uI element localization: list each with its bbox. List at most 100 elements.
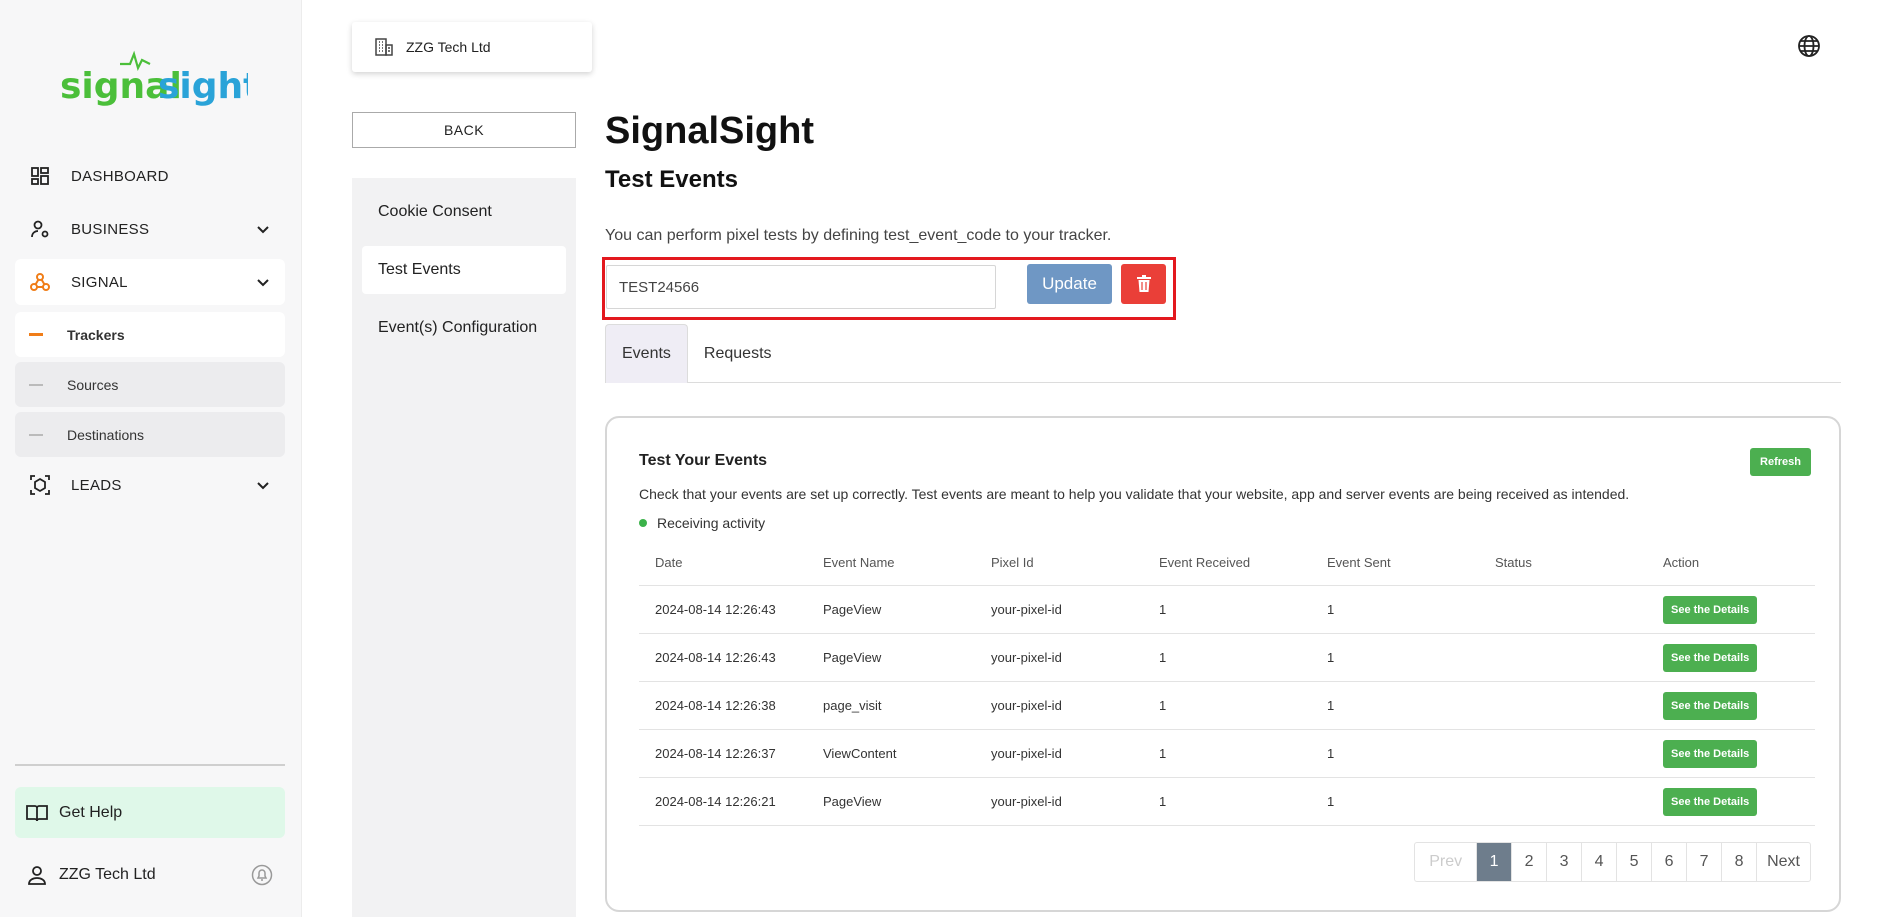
column-header: Action [1663, 555, 1700, 570]
chevron-down-icon [257, 226, 269, 234]
get-help-button[interactable]: Get Help [15, 787, 285, 838]
column-header: Status [1495, 555, 1532, 570]
test-events-card: Test Your Events Refresh Check that your… [605, 416, 1841, 912]
panel-item-test-events[interactable]: Test Events [362, 246, 566, 294]
pagination-page[interactable]: 8 [1722, 843, 1758, 881]
chevron-down-icon [257, 482, 269, 490]
building-icon [375, 38, 393, 56]
refresh-button[interactable]: Refresh [1750, 448, 1811, 476]
sidebar-item-destinations[interactable]: Destinations [15, 412, 285, 457]
column-header: Event Sent [1327, 555, 1391, 570]
dash-marker [29, 383, 43, 386]
settings-panel: Cookie Consent Test Events Event(s) Conf… [352, 178, 576, 917]
see-details-button[interactable]: See the Details [1663, 691, 1758, 720]
company-name: ZZG Tech Ltd [406, 39, 491, 55]
update-button[interactable]: Update [1027, 264, 1112, 304]
cell-pixel-id: your-pixel-id [991, 794, 1062, 809]
pagination-page[interactable]: 3 [1547, 843, 1583, 881]
sub-label: Sources [67, 376, 119, 393]
page-subtitle: Test Events [605, 166, 738, 193]
table-row: 2024-08-14 12:26:37 ViewContent your-pix… [639, 730, 1815, 778]
tab-bar: Events Requests [605, 324, 1841, 383]
pagination-next[interactable]: Next [1757, 843, 1810, 881]
sidebar-item-sources[interactable]: Sources [15, 362, 285, 407]
table-row: 2024-08-14 12:26:43 PageView your-pixel-… [639, 586, 1815, 634]
pagination-page[interactable]: 5 [1617, 843, 1653, 881]
notification-bell-icon[interactable] [251, 864, 273, 886]
nav-dashboard[interactable]: DASHBOARD [15, 153, 285, 199]
cell-event-received: 1 [1159, 650, 1167, 665]
nav-label: BUSINESS [71, 220, 150, 238]
see-details-button[interactable]: See the Details [1663, 739, 1758, 768]
user-icon [28, 866, 46, 885]
company-selector[interactable]: ZZG Tech Ltd [352, 22, 592, 72]
user-profile[interactable]: ZZG Tech Ltd [15, 855, 285, 895]
cell-event-received: 1 [1159, 602, 1167, 617]
pagination-page[interactable]: 7 [1687, 843, 1723, 881]
table-row: 2024-08-14 12:26:21 PageView your-pixel-… [639, 778, 1815, 826]
table-header: Date Event Name Pixel Id Event Received … [639, 540, 1815, 586]
cell-event-name: PageView [823, 602, 882, 617]
cell-date: 2024-08-14 12:26:21 [655, 794, 776, 809]
cell-date: 2024-08-14 12:26:43 [655, 650, 776, 665]
see-details-button[interactable]: See the Details [1663, 595, 1758, 624]
dashboard-icon [29, 165, 51, 187]
logo-text-right: sight [158, 66, 248, 107]
cell-event-sent: 1 [1327, 650, 1335, 665]
sidebar-divider [15, 764, 285, 766]
nav-leads[interactable]: LEADS [15, 462, 285, 508]
nav-label: LEADS [71, 476, 122, 494]
dash-marker [29, 333, 43, 336]
cell-event-sent: 1 [1327, 794, 1335, 809]
webhook-icon [29, 271, 51, 293]
pagination-page[interactable]: 2 [1512, 843, 1548, 881]
cell-date: 2024-08-14 12:26:43 [655, 602, 776, 617]
main-nav: DASHBOARD BUSINESS SIGNAL Trackers Sourc… [15, 153, 285, 515]
globe-icon[interactable] [1797, 34, 1821, 58]
chevron-down-icon [257, 279, 269, 287]
pagination-page[interactable]: 6 [1652, 843, 1688, 881]
test-event-code-input[interactable] [606, 265, 996, 309]
cell-date: 2024-08-14 12:26:38 [655, 698, 776, 713]
column-header: Event Received [1159, 555, 1251, 570]
help-label: Get Help [59, 803, 123, 821]
cell-event-sent: 1 [1327, 602, 1335, 617]
column-header: Date [655, 555, 683, 570]
cell-date: 2024-08-14 12:26:37 [655, 746, 776, 761]
card-title: Test Your Events [639, 452, 768, 469]
see-details-button[interactable]: See the Details [1663, 787, 1758, 816]
back-button[interactable]: BACK [352, 112, 576, 148]
tab-requests[interactable]: Requests [688, 324, 788, 383]
sub-label: Destinations [67, 426, 145, 443]
dash-marker [29, 433, 43, 436]
book-icon [26, 804, 48, 821]
activity-status: Receiving activity [639, 515, 765, 531]
cell-event-received: 1 [1159, 698, 1167, 713]
see-details-button[interactable]: See the Details [1663, 643, 1758, 672]
nav-signal[interactable]: SIGNAL [15, 259, 285, 305]
sub-label: Trackers [67, 326, 125, 343]
cell-event-sent: 1 [1327, 698, 1335, 713]
cell-pixel-id: your-pixel-id [991, 698, 1062, 713]
pagination-prev[interactable]: Prev [1415, 843, 1478, 881]
column-header: Event Name [823, 555, 895, 570]
panel-item-event-configuration[interactable]: Event(s) Configuration [362, 304, 566, 352]
pagination-page[interactable]: 4 [1582, 843, 1618, 881]
panel-item-cookie-consent[interactable]: Cookie Consent [362, 188, 566, 236]
target-icon [29, 474, 51, 496]
cell-pixel-id: your-pixel-id [991, 650, 1062, 665]
tab-events[interactable]: Events [605, 324, 688, 383]
pagination-page[interactable]: 1 [1477, 843, 1513, 881]
table-row: 2024-08-14 12:26:38 page_visit your-pixe… [639, 682, 1815, 730]
nav-label: SIGNAL [71, 273, 128, 291]
cell-event-name: ViewContent [823, 746, 897, 761]
cell-event-received: 1 [1159, 794, 1167, 809]
table-row: 2024-08-14 12:26:43 PageView your-pixel-… [639, 634, 1815, 682]
delete-button[interactable] [1121, 264, 1166, 304]
nav-business[interactable]: BUSINESS [15, 206, 285, 252]
user-name: ZZG Tech Ltd [59, 866, 156, 883]
sidebar-item-trackers[interactable]: Trackers [15, 312, 285, 357]
cell-event-name: page_visit [823, 698, 882, 713]
sidebar: signal sight DASHBOARD BUSINESS SIGNAL T [0, 0, 302, 917]
pagination: Prev 1 2 3 4 5 6 7 8 Next [1414, 842, 1811, 882]
